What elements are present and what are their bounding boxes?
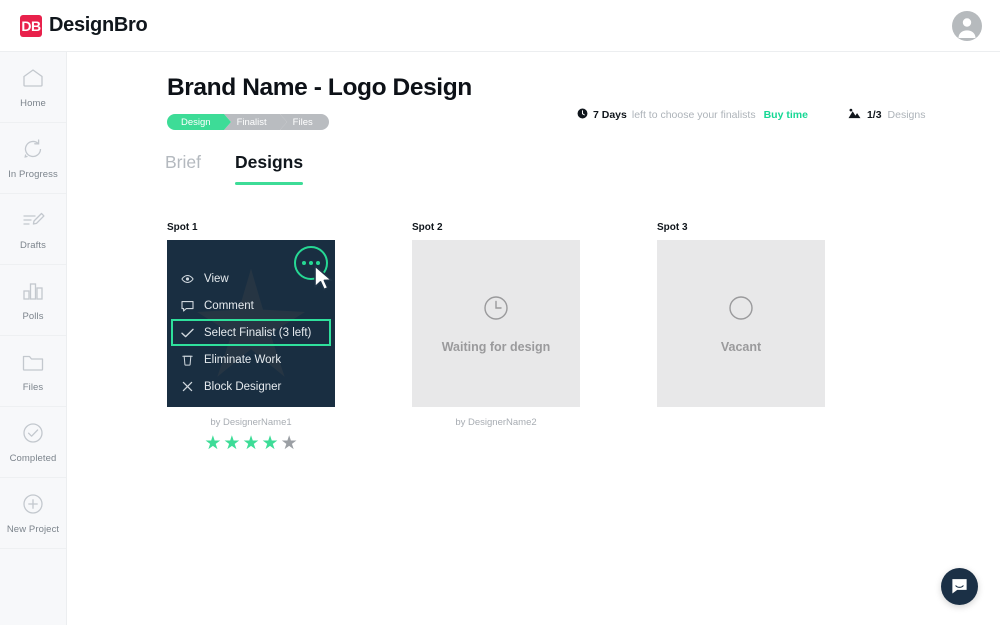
design-card-1[interactable]: View Comment Select Finalist (3 left) El… [167, 240, 335, 407]
rating-stars[interactable]: ★ ★ ★ ★ ★ [167, 434, 335, 453]
sidebar-item-label: Polls [22, 311, 44, 322]
rating-star[interactable]: ★ [242, 434, 259, 453]
plus-circle-icon [20, 491, 46, 517]
pencil-edit-icon [20, 207, 46, 233]
sidebar-item-completed[interactable]: Completed [0, 407, 66, 478]
menu-item-label: Comment [204, 299, 254, 312]
comment-bubble-icon [181, 300, 194, 312]
days-left-value: 7 Days [593, 109, 627, 121]
menu-item-comment[interactable]: Comment [167, 292, 335, 319]
bar-chart-icon [20, 278, 46, 304]
designer-name: by DesignerName1 [210, 417, 292, 428]
clock-icon [577, 108, 588, 122]
trash-icon [181, 354, 194, 366]
rating-star[interactable]: ★ [223, 434, 240, 453]
sidebar-item-label: Drafts [20, 240, 46, 251]
sidebar-item-files[interactable]: Files [0, 336, 66, 407]
eye-icon [181, 274, 194, 284]
tab-brief[interactable]: Brief [165, 152, 201, 185]
menu-item-block-designer[interactable]: Block Designer [167, 373, 335, 400]
sidebar: Home In Progress Drafts Polls Files Comp… [0, 52, 67, 625]
design-spots: Spot 1 View Comment Select Finalist (3 l… [167, 222, 825, 453]
chat-widget-button[interactable] [941, 568, 978, 605]
clock-outline-icon [481, 293, 511, 328]
sidebar-item-drafts[interactable]: Drafts [0, 194, 66, 265]
card-status-text: Vacant [720, 340, 762, 354]
design-spot-2: Spot 2 Waiting for design by DesignerNam… [412, 222, 580, 453]
home-icon [20, 65, 46, 91]
design-card-2[interactable]: Waiting for design [412, 240, 580, 407]
check-circle-icon [20, 420, 46, 446]
sidebar-item-label: Completed [9, 453, 57, 464]
main-content: Brand Name - Logo Design Design Finalist… [67, 52, 1000, 625]
sidebar-item-label: Home [20, 98, 46, 109]
designer-name: by DesignerName2 [455, 417, 537, 428]
days-left-text: left to choose your finalists [631, 109, 756, 121]
image-icon [848, 108, 861, 122]
chat-bubble-icon [952, 579, 967, 594]
designs-count-label: Designs [887, 109, 926, 121]
rating-star[interactable]: ★ [204, 434, 221, 453]
sidebar-item-label: Files [22, 382, 44, 393]
designs-count-value: 1/3 [866, 109, 882, 121]
user-avatar-icon[interactable] [952, 11, 982, 41]
menu-item-label: Select Finalist (3 left) [204, 326, 312, 339]
sidebar-item-in-progress[interactable]: In Progress [0, 123, 66, 194]
spot-label: Spot 3 [657, 222, 688, 233]
mouse-cursor-icon [314, 265, 333, 291]
menu-item-label: View [204, 272, 229, 285]
context-menu: View Comment Select Finalist (3 left) El… [167, 265, 335, 400]
tab-bar: Brief Designs [165, 152, 304, 185]
close-x-icon [181, 381, 194, 392]
rating-star[interactable]: ★ [281, 434, 298, 453]
menu-item-label: Block Designer [204, 380, 282, 393]
card-status-text: Waiting for design [441, 340, 551, 354]
design-spot-1: Spot 1 View Comment Select Finalist (3 l… [167, 222, 335, 453]
sidebar-item-new-project[interactable]: New Project [0, 478, 66, 549]
designs-count-status: 1/3 Designs [848, 108, 926, 122]
menu-item-eliminate-work[interactable]: Eliminate Work [167, 346, 335, 373]
page-title: Brand Name - Logo Design [167, 74, 472, 101]
menu-item-label: Eliminate Work [204, 353, 282, 366]
sidebar-item-label: In Progress [8, 169, 58, 180]
brand-badge-icon: DB [20, 14, 42, 37]
brand-logo[interactable]: DB DesignBro [20, 14, 148, 37]
empty-circle-icon [726, 293, 756, 328]
breadcrumb-step-files[interactable]: Files [279, 114, 329, 130]
breadcrumb-step-design[interactable]: Design [167, 114, 231, 130]
folder-icon [20, 349, 46, 375]
menu-item-select-finalist[interactable]: Select Finalist (3 left) [171, 319, 331, 346]
spot-label: Spot 1 [167, 222, 198, 233]
deadline-status: 7 Days left to choose your finalists Buy… [577, 108, 808, 122]
design-card-3[interactable]: Vacant [657, 240, 825, 407]
design-spot-3: Spot 3 Vacant [657, 222, 825, 453]
sidebar-item-home[interactable]: Home [0, 52, 66, 123]
spot-label: Spot 2 [412, 222, 443, 233]
brand-name: DesignBro [49, 14, 148, 36]
buy-time-link[interactable]: Buy time [764, 109, 808, 121]
rating-star[interactable]: ★ [262, 434, 279, 453]
tab-designs[interactable]: Designs [234, 152, 304, 185]
refresh-circle-icon [20, 136, 46, 162]
top-bar: DB DesignBro [0, 0, 1000, 52]
sidebar-item-label: New Project [6, 524, 60, 535]
breadcrumb-step-finalist[interactable]: Finalist [223, 114, 287, 130]
sidebar-item-polls[interactable]: Polls [0, 265, 66, 336]
status-strip: 7 Days left to choose your finalists Buy… [577, 108, 925, 122]
breadcrumb: Design Finalist Files [167, 114, 329, 130]
check-icon [181, 328, 194, 338]
